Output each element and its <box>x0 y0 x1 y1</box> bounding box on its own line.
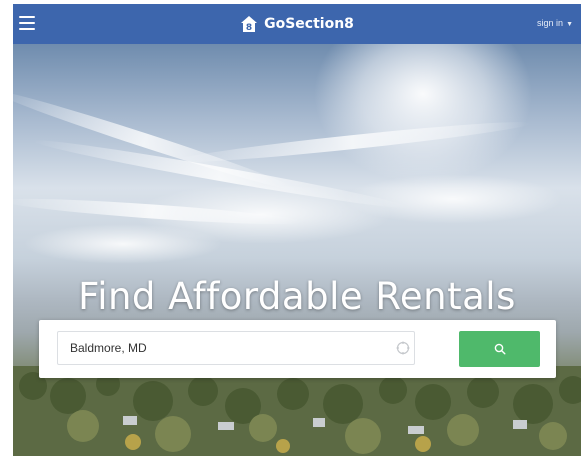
sun-glow <box>313 44 533 184</box>
caret-down-icon: ▼ <box>566 21 573 28</box>
cloud <box>343 174 563 224</box>
brand[interactable]: 8 GoSection8 <box>13 4 581 44</box>
hero-title: Find Affordable Rentals <box>78 274 516 318</box>
hero-banner: Find Affordable Rentals <box>13 44 581 456</box>
cloud <box>23 224 223 264</box>
sign-in-label: sign in <box>537 18 564 28</box>
location-search-input[interactable] <box>57 331 415 365</box>
search-icon <box>494 343 506 355</box>
brand-name: GoSection8 <box>264 16 354 32</box>
search-panel <box>39 320 556 378</box>
search-button[interactable] <box>459 331 540 367</box>
locate-target-icon[interactable] <box>396 341 410 355</box>
app-frame: 8 GoSection8 sign in ▼ Find Affordable R… <box>13 4 581 456</box>
sign-in-menu[interactable]: sign in ▼ <box>537 18 573 28</box>
top-navbar: 8 GoSection8 sign in ▼ <box>13 4 581 44</box>
house-8-logo-icon: 8 <box>241 16 258 33</box>
svg-text:8: 8 <box>246 23 252 33</box>
